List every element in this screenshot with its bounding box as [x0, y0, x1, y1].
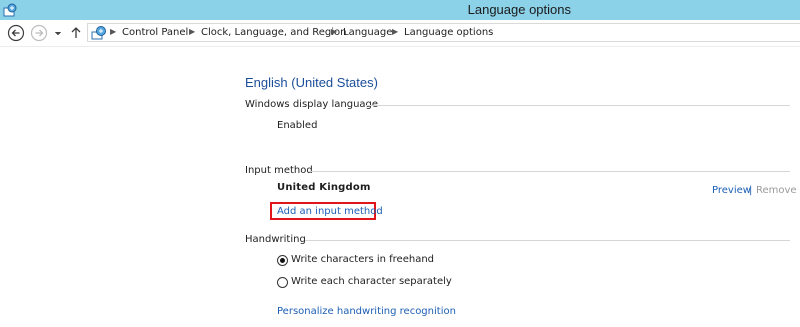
breadcrumb-clock-language-region[interactable]: Clock, Language, and Region	[201, 27, 346, 38]
breadcrumb-separator-icon[interactable]: ▶	[189, 27, 195, 36]
preview-link[interactable]: Preview	[712, 185, 751, 196]
input-method-heading: Input method	[245, 165, 313, 176]
display-language-status: Enabled	[277, 120, 318, 131]
breadcrumb-separator-icon[interactable]: ▶	[392, 27, 398, 36]
freehand-radio-label[interactable]: Write characters in freehand	[291, 254, 434, 265]
main-content: English (United States) Windows display …	[0, 47, 800, 327]
handwriting-heading: Handwriting	[245, 234, 306, 245]
chevron-down-icon[interactable]	[53, 24, 63, 42]
navigation-bar: ▶ Control Panel ▶ Clock, Language, and R…	[0, 20, 800, 47]
section-divider	[366, 105, 790, 106]
personalize-handwriting-link[interactable]: Personalize handwriting recognition	[277, 306, 456, 317]
title-bar: Language options	[0, 0, 800, 20]
separate-characters-radio[interactable]	[277, 277, 288, 288]
add-input-method-link[interactable]: Add an input method	[277, 206, 383, 217]
breadcrumb-language[interactable]: Language	[343, 27, 392, 38]
breadcrumb-control-panel[interactable]: Control Panel	[122, 27, 188, 38]
breadcrumb-separator-icon[interactable]: ▶	[110, 27, 116, 36]
up-arrow-icon[interactable]	[69, 24, 83, 42]
keyboard-name: United Kingdom	[277, 182, 371, 193]
radio-selected-dot	[280, 258, 285, 263]
language-title: English (United States)	[245, 75, 378, 90]
control-panel-icon	[91, 26, 106, 40]
remove-link: Remove	[756, 185, 797, 196]
separate-characters-radio-label[interactable]: Write each character separately	[291, 276, 452, 287]
section-divider	[309, 171, 790, 172]
section-divider	[305, 240, 790, 241]
display-language-heading: Windows display language	[245, 99, 379, 110]
forward-arrow-icon[interactable]	[30, 24, 48, 42]
freehand-radio[interactable]	[277, 255, 288, 266]
window-title: Language options	[467, 2, 571, 17]
link-divider: |	[749, 185, 753, 196]
breadcrumb-language-options[interactable]: Language options	[404, 27, 493, 38]
back-arrow-icon[interactable]	[7, 24, 25, 42]
address-bar[interactable]: ▶ Control Panel ▶ Clock, Language, and R…	[87, 23, 800, 42]
breadcrumb-separator-icon[interactable]: ▶	[331, 27, 337, 36]
